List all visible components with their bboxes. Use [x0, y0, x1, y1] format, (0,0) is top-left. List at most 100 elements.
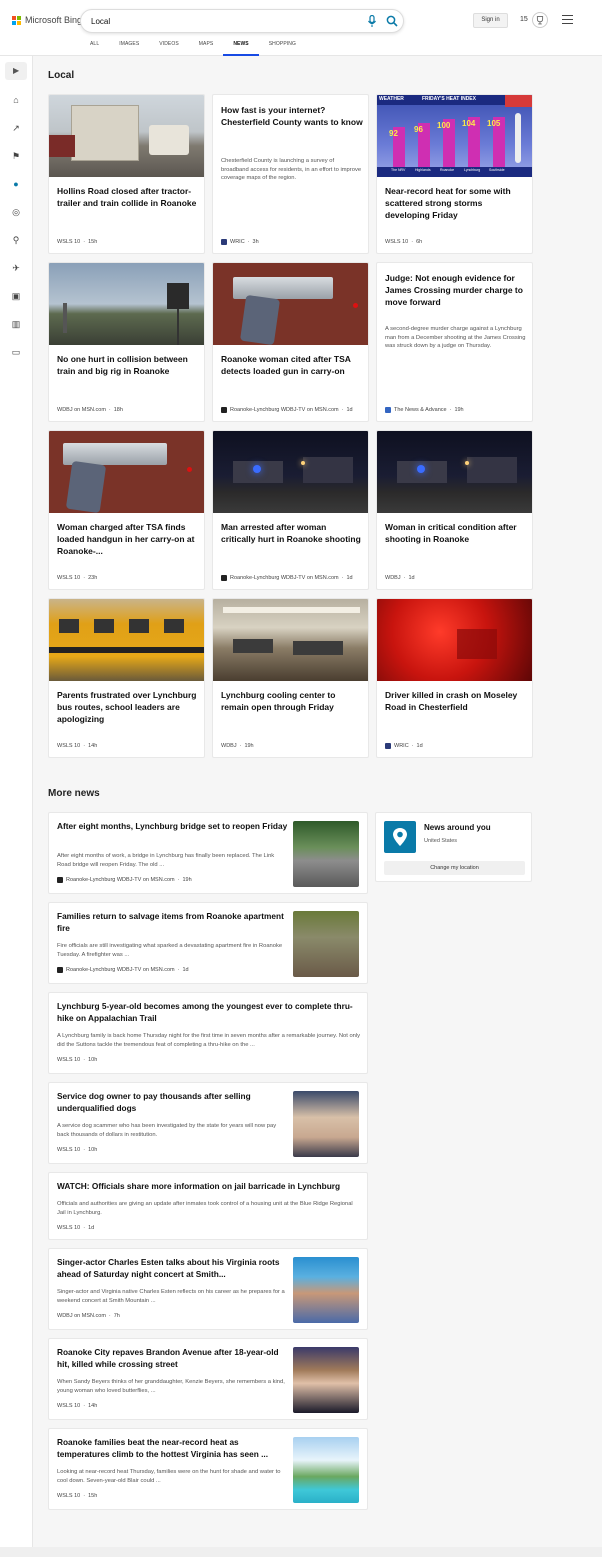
tab-shopping[interactable]: SHOPPING: [259, 38, 306, 56]
separator: ·: [403, 575, 406, 581]
card-title[interactable]: No one hurt in collision between train a…: [57, 353, 199, 377]
globe-icon[interactable]: ◎: [11, 207, 21, 217]
card-title[interactable]: Roanoke woman cited after TSA detects lo…: [221, 353, 363, 377]
wdbj-logo-icon: [57, 967, 63, 973]
source-name: Roanoke-Lynchburg WDBJ-TV on MSN.com: [230, 407, 339, 413]
rewards-points[interactable]: 15: [520, 16, 528, 23]
heat-value: 105: [487, 119, 501, 128]
wdbj-logo-icon: [221, 575, 227, 581]
microphone-icon[interactable]: [367, 15, 377, 28]
tab-maps[interactable]: MAPS: [189, 38, 224, 56]
card-image: [213, 599, 368, 681]
card-source: WDBJ · 1d: [385, 575, 530, 581]
news-advance-logo-icon: [385, 407, 391, 413]
location-pin-icon[interactable]: ●: [11, 179, 21, 189]
news-card[interactable]: Hollins Road closed after tractor-traile…: [48, 94, 205, 254]
bing-logo[interactable]: Microsoft Bing: [12, 15, 82, 25]
tab-all[interactable]: ALL: [80, 38, 109, 56]
news-card[interactable]: Roanoke woman cited after TSA detects lo…: [212, 262, 369, 422]
chevron-right-icon: ▶: [13, 66, 20, 75]
card-image: [377, 431, 532, 513]
card-source: Roanoke-Lynchburg WDBJ-TV on MSN.com · 1d: [221, 407, 366, 413]
item-title[interactable]: Roanoke families beat the near-record he…: [57, 1437, 289, 1460]
card-source: WDBJ on MSN.com · 18h: [57, 407, 202, 413]
card-image: [213, 263, 368, 346]
item-title[interactable]: Service dog owner to pay thousands after…: [57, 1091, 289, 1114]
rail-expand-button[interactable]: ▶: [5, 62, 27, 80]
search-icon[interactable]: [386, 15, 398, 27]
item-source: WSLS 10 · 10h: [57, 1057, 97, 1063]
item-title[interactable]: After eight months, Lynchburg bridge set…: [57, 821, 289, 833]
card-title[interactable]: Lynchburg cooling center to remain open …: [221, 689, 363, 713]
change-location-button[interactable]: Change my location: [384, 861, 525, 875]
news-card[interactable]: How fast is your internet? Chesterfield …: [212, 94, 369, 254]
more-news-item[interactable]: Families return to salvage items from Ro…: [48, 902, 368, 984]
more-news-item[interactable]: Singer-actor Charles Esten talks about h…: [48, 1248, 368, 1330]
rocket-icon[interactable]: ✈: [11, 263, 21, 273]
more-news-item[interactable]: After eight months, Lynchburg bridge set…: [48, 812, 368, 894]
item-title[interactable]: WATCH: Officials share more information …: [57, 1181, 361, 1193]
separator: ·: [83, 1403, 86, 1409]
more-news-item[interactable]: Service dog owner to pay thousands after…: [48, 1082, 368, 1164]
card-title[interactable]: Judge: Not enough evidence for James Cro…: [385, 272, 527, 308]
sign-in-button[interactable]: Sign in: [473, 13, 508, 28]
more-news-item[interactable]: Roanoke City repaves Brandon Avenue afte…: [48, 1338, 368, 1420]
card-title[interactable]: Driver killed in crash on Moseley Road i…: [385, 689, 527, 713]
item-title[interactable]: Lynchburg 5-year-old becomes among the y…: [57, 1001, 361, 1024]
card-title[interactable]: How fast is your internet? Chesterfield …: [221, 104, 363, 128]
separator: ·: [411, 239, 414, 245]
item-snippet: Looking at near-record heat Thursday, fa…: [57, 1469, 281, 1484]
card-title[interactable]: Hollins Road closed after tractor-traile…: [57, 185, 199, 209]
rewards-trophy-icon[interactable]: [532, 12, 548, 28]
news-card[interactable]: Lynchburg cooling center to remain open …: [212, 598, 369, 758]
news-card[interactable]: WEATHER FRIDAY'S HEAT INDEX 92 96 100 10…: [376, 94, 533, 254]
item-title[interactable]: Singer-actor Charles Esten talks about h…: [57, 1257, 289, 1280]
film-icon[interactable]: ▣: [11, 291, 21, 301]
bank-icon[interactable]: ▥: [11, 319, 21, 329]
home-icon[interactable]: ⌂: [11, 95, 21, 105]
item-source: WSLS 10 · 1d: [57, 1225, 94, 1231]
more-news-item[interactable]: Lynchburg 5-year-old becomes among the y…: [48, 992, 368, 1074]
region-label: The NRV: [391, 168, 406, 172]
news-card[interactable]: Driver killed in crash on Moseley Road i…: [376, 598, 533, 758]
more-news-item[interactable]: WATCH: Officials share more information …: [48, 1172, 368, 1240]
card-title[interactable]: Woman charged after TSA finds loaded han…: [57, 521, 199, 557]
tab-videos[interactable]: VIDEOS: [149, 38, 189, 56]
weather-brand: WEATHER: [379, 96, 404, 102]
search-box[interactable]: [80, 9, 404, 33]
news-card[interactable]: Woman charged after TSA finds loaded han…: [48, 430, 205, 590]
item-snippet: When Sandy Beyers thinks of her granddau…: [57, 1379, 285, 1394]
heat-index-caption: FRIDAY'S HEAT INDEX: [422, 96, 476, 102]
search-input[interactable]: [91, 14, 351, 29]
item-time: 10h: [88, 1057, 98, 1063]
card-source: Roanoke-Lynchburg WDBJ-TV on MSN.com · 1d: [221, 575, 366, 581]
card-icon[interactable]: ▭: [11, 347, 21, 357]
tab-images[interactable]: IMAGES: [109, 38, 149, 56]
item-title[interactable]: Families return to salvage items from Ro…: [57, 911, 289, 934]
news-card[interactable]: Man arrested after woman critically hurt…: [212, 430, 369, 590]
news-card[interactable]: Parents frustrated over Lynchburg bus ro…: [48, 598, 205, 758]
trending-icon[interactable]: ↗: [11, 123, 21, 133]
news-card[interactable]: Judge: Not enough evidence for James Cro…: [376, 262, 533, 422]
left-rail: ▶ ⌂ ↗ ⚑ ● ◎ ⚲ ✈ ▣ ▥ ▭: [0, 56, 33, 1557]
microscope-icon[interactable]: ⚲: [11, 235, 21, 245]
item-source: WSLS 10 · 10h: [57, 1147, 97, 1153]
news-card[interactable]: Woman in critical condition after shooti…: [376, 430, 533, 590]
flag-icon[interactable]: ⚑: [11, 151, 21, 161]
card-time: 1d: [408, 575, 415, 581]
card-title[interactable]: Woman in critical condition after shooti…: [385, 521, 527, 545]
separator: ·: [341, 575, 344, 581]
item-thumbnail: [293, 1091, 359, 1157]
item-snippet: After eight months of work, a bridge in …: [57, 853, 275, 868]
tab-news[interactable]: NEWS: [223, 38, 259, 56]
item-title[interactable]: Roanoke City repaves Brandon Avenue afte…: [57, 1347, 289, 1370]
card-title[interactable]: Parents frustrated over Lynchburg bus ro…: [57, 689, 199, 725]
separator: ·: [83, 575, 86, 581]
card-title[interactable]: Near-record heat for some with scattered…: [385, 185, 527, 221]
hamburger-menu-icon[interactable]: [562, 15, 573, 24]
card-title[interactable]: Man arrested after woman critically hurt…: [221, 521, 363, 545]
more-news-item[interactable]: Roanoke families beat the near-record he…: [48, 1428, 368, 1510]
source-name: WDBJ: [385, 575, 401, 581]
news-card[interactable]: No one hurt in collision between train a…: [48, 262, 205, 422]
card-time: 18h: [113, 407, 123, 413]
